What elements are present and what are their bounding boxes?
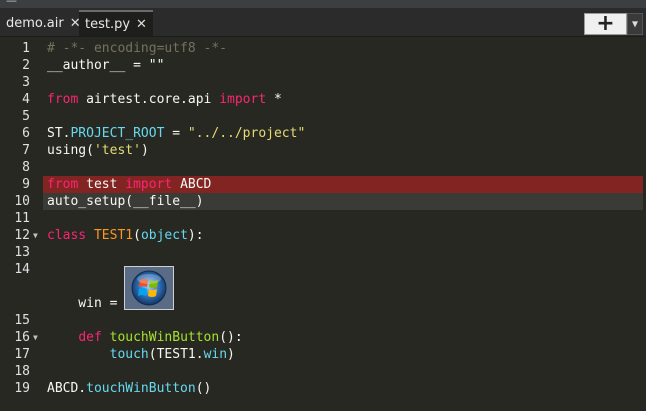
code-line-10: auto_setup(__file__) (47, 194, 204, 209)
windows-start-button-image[interactable] (124, 266, 174, 310)
line-number: 16 (14, 330, 30, 345)
window-title-strip: — (0, 0, 646, 8)
windows-logo-icon (125, 267, 173, 309)
code-line-14: win = (47, 296, 126, 311)
code-line-2: __author__ = "" (47, 58, 165, 73)
line-number: 11 (14, 211, 30, 226)
code-line-4: from airtest.core.api import * (47, 92, 282, 107)
code-line-12: class TEST1(object): (47, 228, 204, 243)
line-number: 2 (22, 58, 30, 73)
line-number: 6 (22, 126, 30, 141)
line-number: 18 (14, 364, 30, 379)
add-tab-button[interactable]: + (584, 13, 627, 35)
tab-label: demo.air (6, 15, 64, 31)
tab-bar: demo.air ✕ test.py ✕ (0, 8, 646, 37)
code-line-19: ABCD.touchWinButton() (47, 381, 212, 396)
tab-label: test.py (85, 16, 131, 32)
close-icon[interactable]: ✕ (136, 17, 147, 32)
code-line-16: def touchWinButton(): (78, 330, 243, 345)
code-line-6: ST.PROJECT_ROOT = "../../project" (47, 126, 306, 141)
tab-test-py[interactable]: test.py ✕ (79, 10, 153, 36)
plus-icon: + (596, 11, 615, 36)
window-title: — (6, 0, 17, 7)
tab-dropdown-button[interactable]: ▼ (627, 13, 643, 35)
line-number: 17 (14, 347, 30, 362)
line-number: 12 (14, 228, 30, 243)
code-line-17: touch(TEST1.win) (109, 347, 235, 362)
fold-toggle-icon[interactable]: ▼ (33, 329, 38, 346)
line-number: 7 (22, 143, 30, 158)
line-number: 5 (22, 109, 30, 124)
chevron-down-icon: ▼ (631, 18, 639, 30)
line-number: 19 (14, 381, 30, 396)
code-line-1: # -*- encoding=utf8 -*- (47, 41, 228, 56)
fold-toggle-icon[interactable]: ▼ (33, 227, 38, 244)
line-number: 8 (22, 160, 30, 175)
line-number: 1 (22, 41, 30, 56)
line-number: 10 (14, 194, 30, 209)
code-editor[interactable]: 1 2 3 4 5 6 7 8 9 10 11 12 13 14 15 16 1… (0, 37, 646, 411)
line-number: 4 (22, 92, 30, 107)
line-number: 15 (14, 313, 30, 328)
code-line-7: using('test') (47, 143, 149, 158)
code-line-9: from test import ABCD (47, 177, 212, 192)
tab-demo-air[interactable]: demo.air ✕ (0, 10, 87, 36)
line-number: 13 (14, 245, 30, 260)
line-number: 3 (22, 75, 30, 90)
line-number: 9 (22, 177, 30, 192)
line-number: 14 (14, 262, 30, 277)
